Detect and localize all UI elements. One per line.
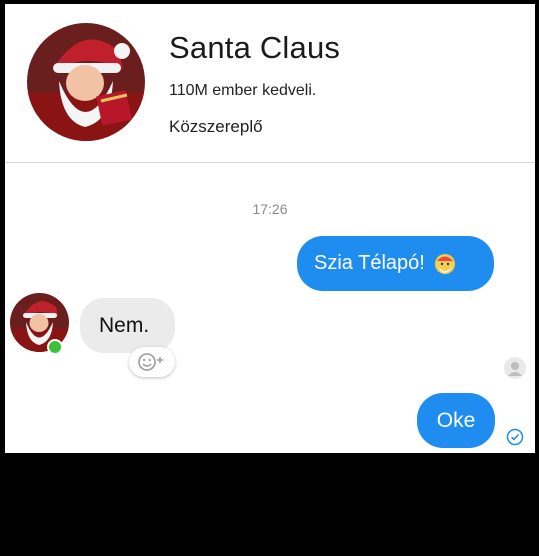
message-text: Szia Télapó! (314, 252, 425, 274)
seen-indicator-icon (503, 356, 527, 380)
add-reaction-button[interactable] (129, 347, 175, 377)
message-text: Nem. (99, 313, 150, 337)
outgoing-message[interactable]: Szia Télapó! (297, 236, 494, 291)
page-avatar[interactable] (27, 23, 145, 141)
santa-avatar-icon (27, 23, 145, 141)
likes-count: 110M ember kedveli. (169, 82, 317, 99)
header-divider (5, 162, 535, 163)
messenger-screen: Santa Claus 110M ember kedveli. Közszere… (5, 4, 535, 453)
page-name: Santa Claus (169, 30, 341, 65)
outgoing-message[interactable]: Oke (417, 393, 495, 448)
santa-face-emoji-icon (434, 253, 456, 275)
delivered-check-icon (506, 428, 524, 446)
chat-header: Santa Claus 110M ember kedveli. Közszere… (5, 4, 535, 162)
page-category: Közszereplő (169, 117, 263, 136)
message-text: Oke (436, 408, 476, 432)
incoming-message[interactable]: Nem. (80, 298, 175, 353)
smiley-plus-icon (138, 353, 163, 371)
message-timestamp: 17:26 (252, 201, 288, 217)
online-status-dot (47, 339, 63, 355)
